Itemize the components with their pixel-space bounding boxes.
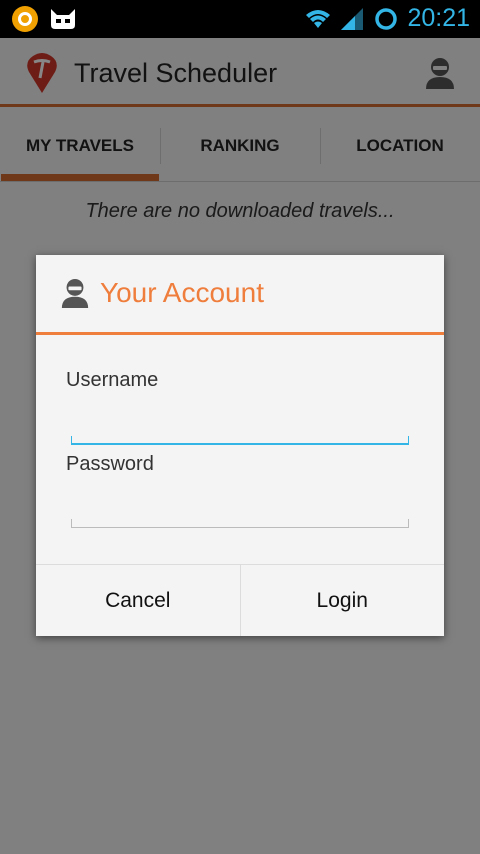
password-field[interactable] [71, 485, 409, 521]
username-label: Username [66, 369, 159, 391]
password-label: Password [66, 453, 154, 475]
dialog-header: Your Account [36, 255, 444, 335]
cancel-button[interactable]: Cancel [36, 565, 240, 636]
status-bar: 20:21 [0, 0, 480, 38]
user-account-icon [61, 278, 89, 308]
username-field[interactable] [71, 401, 409, 437]
cyanogen-icon [51, 9, 75, 29]
account-dialog: Your Account Username Password Cancel Lo… [36, 255, 444, 636]
status-time: 20:21 [407, 4, 470, 32]
dialog-buttons: Cancel Login [36, 564, 444, 636]
password-underline [71, 519, 409, 528]
dialog-title: Your Account [100, 277, 264, 308]
wifi-icon [306, 9, 331, 28]
app-notification-icon [12, 6, 38, 32]
login-button[interactable]: Login [239, 565, 445, 636]
sync-ring-icon [375, 7, 398, 30]
signal-icon [341, 7, 364, 30]
username-underline [71, 436, 409, 445]
